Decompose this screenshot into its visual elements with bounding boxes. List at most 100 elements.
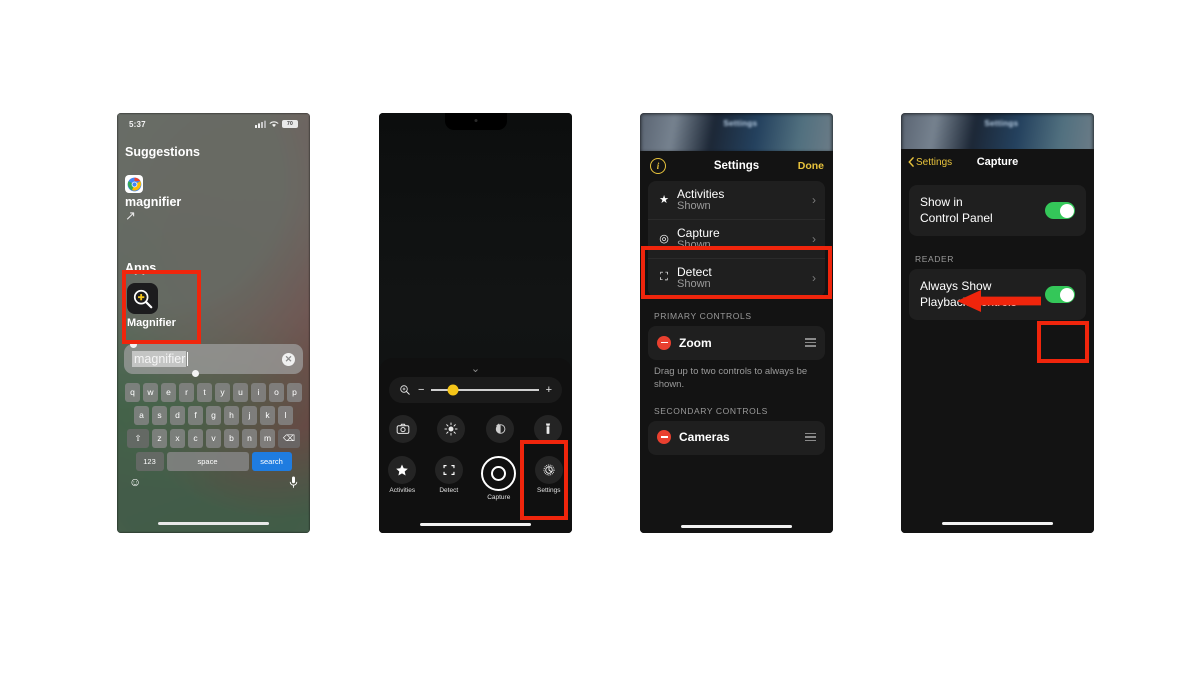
contrast-icon[interactable] [485, 415, 514, 443]
key-k[interactable]: k [260, 406, 275, 425]
on-screen-keyboard[interactable]: q w e r t y u i o p a s d f g h j k l ⇧ … [117, 383, 310, 489]
toggle-always-show-playback-controls[interactable] [1045, 286, 1075, 304]
key-u[interactable]: u [233, 383, 248, 402]
key-h[interactable]: h [224, 406, 239, 425]
selection-handle-start[interactable] [130, 341, 137, 348]
zoom-slider-track[interactable] [431, 384, 539, 396]
key-p[interactable]: p [287, 383, 302, 402]
star-icon [388, 456, 417, 484]
toggle-knob [1059, 203, 1074, 218]
key-t[interactable]: t [197, 383, 212, 402]
suggestion-label: magnifier [125, 195, 182, 209]
settings-navbar: i Settings Done [640, 151, 833, 181]
suggestions-header: Suggestions [125, 145, 201, 159]
zoom-slider-thumb[interactable] [447, 384, 459, 396]
capture-target-icon: ◎ [659, 233, 669, 245]
settings-sheet: i Settings Done ★ Activities Shown › ◎ C… [640, 151, 833, 533]
row-title: Cameras [679, 430, 730, 445]
key-g[interactable]: g [206, 406, 221, 425]
keyboard-bottom-row: ☺ [117, 475, 310, 489]
zoom-slider-container[interactable]: − + [389, 377, 562, 403]
detect-label: Detect [439, 487, 459, 494]
zoom-in-button[interactable]: + [546, 384, 552, 396]
info-icon[interactable]: i [650, 158, 666, 174]
settings-row-activities[interactable]: ★ Activities Shown › [648, 181, 825, 219]
home-indicator [157, 522, 270, 525]
suggestion-item-magnifier[interactable]: magnifier ↗ [125, 175, 182, 222]
cellular-icon [255, 120, 266, 128]
primary-controls-header: PRIMARY CONTROLS [654, 311, 752, 321]
settings-button[interactable]: Settings [534, 456, 563, 501]
key-q[interactable]: q [125, 383, 140, 402]
zoom-out-button[interactable]: − [418, 384, 424, 396]
keyboard-row-4: 123 space search [117, 452, 310, 471]
shift-key[interactable]: ⇧ [127, 429, 149, 448]
row-show-in-control-panel[interactable]: Show in Control Panel [909, 185, 1086, 236]
search-key[interactable]: search [251, 452, 292, 471]
capture-button[interactable]: Capture [481, 456, 517, 501]
key-e[interactable]: e [161, 383, 176, 402]
toggle-show-in-control-panel[interactable] [1045, 202, 1075, 220]
app-tile-magnifier[interactable]: Magnifier [127, 283, 176, 329]
key-m[interactable]: m [260, 429, 275, 448]
activities-button[interactable]: Activities [388, 456, 417, 501]
key-i[interactable]: i [251, 383, 266, 402]
brightness-icon[interactable] [437, 415, 466, 443]
search-input-value: magnifier [132, 351, 187, 367]
back-button[interactable]: Settings [908, 157, 952, 168]
key-n[interactable]: n [242, 429, 257, 448]
capture-label: Capture [487, 494, 511, 501]
secondary-controls-group: Cameras [648, 420, 825, 455]
remove-icon[interactable] [657, 430, 671, 445]
secondary-control-row-cameras[interactable]: Cameras [648, 421, 825, 455]
primary-control-row-zoom[interactable]: Zoom [648, 326, 825, 360]
remove-icon[interactable] [657, 335, 671, 350]
done-button[interactable]: Done [798, 160, 824, 172]
drag-handle-icon[interactable] [805, 433, 816, 442]
microphone-icon[interactable] [289, 476, 298, 489]
key-a[interactable]: a [134, 406, 149, 425]
flashlight-icon[interactable] [533, 415, 562, 443]
chevron-down-icon[interactable]: ⌄ [471, 364, 480, 375]
key-z[interactable]: z [152, 429, 167, 448]
front-camera-dot [474, 119, 477, 122]
key-v[interactable]: v [206, 429, 221, 448]
key-l[interactable]: l [278, 406, 293, 425]
key-b[interactable]: b [224, 429, 239, 448]
detect-frame-icon [434, 456, 463, 484]
key-o[interactable]: o [269, 383, 284, 402]
capture-shutter-inner [491, 466, 507, 481]
blurred-background-text: Settings [723, 119, 758, 128]
magnifier-app-icon [127, 283, 158, 314]
emoji-icon[interactable]: ☺ [129, 475, 141, 489]
status-bar: 5:37 70 [117, 113, 310, 135]
settings-row-capture[interactable]: ◎ Capture Shown › [648, 219, 825, 258]
key-s[interactable]: s [152, 406, 167, 425]
key-x[interactable]: x [170, 429, 185, 448]
status-indicators: 70 [255, 120, 298, 128]
home-indicator [419, 523, 532, 526]
search-input[interactable]: magnifier ✕ [124, 341, 303, 377]
detect-frame-icon: ⛶ [660, 271, 668, 283]
keyboard-row-3: ⇧ z x c v b n m ⌫ [117, 429, 310, 448]
clear-icon[interactable]: ✕ [282, 352, 295, 366]
key-y[interactable]: y [215, 383, 230, 402]
space-key[interactable]: space [166, 452, 249, 471]
key-j[interactable]: j [242, 406, 257, 425]
detect-button[interactable]: Detect [434, 456, 463, 501]
selection-handle-end[interactable] [192, 370, 199, 377]
key-r[interactable]: r [179, 383, 194, 402]
text-caret [187, 352, 189, 366]
settings-row-detect[interactable]: ⛶ Detect Shown › [648, 258, 825, 297]
numbers-key[interactable]: 123 [135, 452, 164, 471]
key-w[interactable]: w [143, 383, 158, 402]
camera-icon[interactable] [389, 415, 418, 443]
gear-icon [534, 456, 563, 484]
blurred-background-text: Settings [984, 119, 1019, 128]
backspace-key[interactable]: ⌫ [278, 429, 300, 448]
key-f[interactable]: f [188, 406, 203, 425]
key-c[interactable]: c [188, 429, 203, 448]
drag-handle-icon[interactable] [805, 338, 816, 347]
key-d[interactable]: d [170, 406, 185, 425]
back-label: Settings [916, 156, 953, 168]
